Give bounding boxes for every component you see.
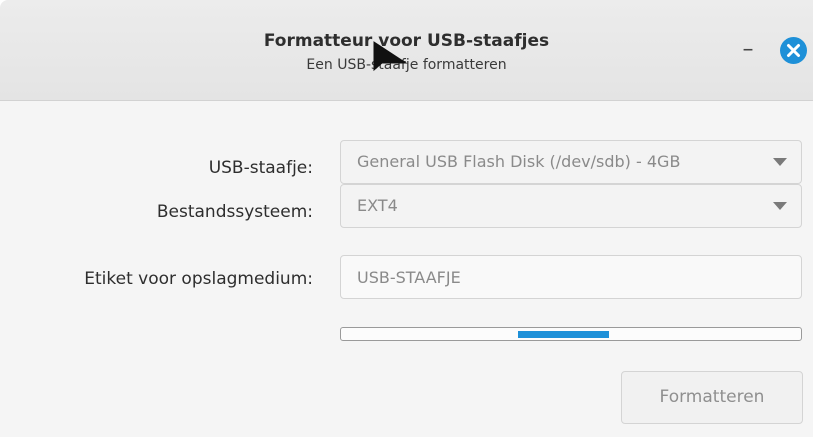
volume-label-field[interactable] (340, 255, 802, 299)
app-window: Formatteur voor USB-staafjes Een USB-sta… (0, 0, 813, 437)
volume-label-label: Etiket voor opslagmedium: (84, 269, 313, 289)
filesystem-label: Bestandssysteem: (156, 202, 313, 222)
usb-device-value: General USB Flash Disk (/dev/sdb) - 4GB (357, 152, 681, 171)
minimize-button[interactable]: – (738, 38, 758, 62)
minimize-icon: – (742, 37, 754, 62)
close-button[interactable] (780, 37, 807, 64)
volume-label-input[interactable] (357, 256, 787, 298)
chevron-down-icon (773, 158, 787, 166)
filesystem-dropdown[interactable]: EXT4 (340, 184, 802, 228)
progress-pulse (518, 331, 609, 338)
progress-bar (340, 327, 802, 341)
close-circle-icon (787, 44, 800, 57)
filesystem-value: EXT4 (357, 196, 398, 215)
usb-device-dropdown[interactable]: General USB Flash Disk (/dev/sdb) - 4GB (340, 140, 802, 184)
format-button[interactable]: Formatteren (621, 371, 803, 424)
chevron-down-icon (773, 202, 787, 210)
mouse-pointer-icon (373, 41, 408, 72)
usb-device-label: USB-staafje: (208, 158, 313, 178)
